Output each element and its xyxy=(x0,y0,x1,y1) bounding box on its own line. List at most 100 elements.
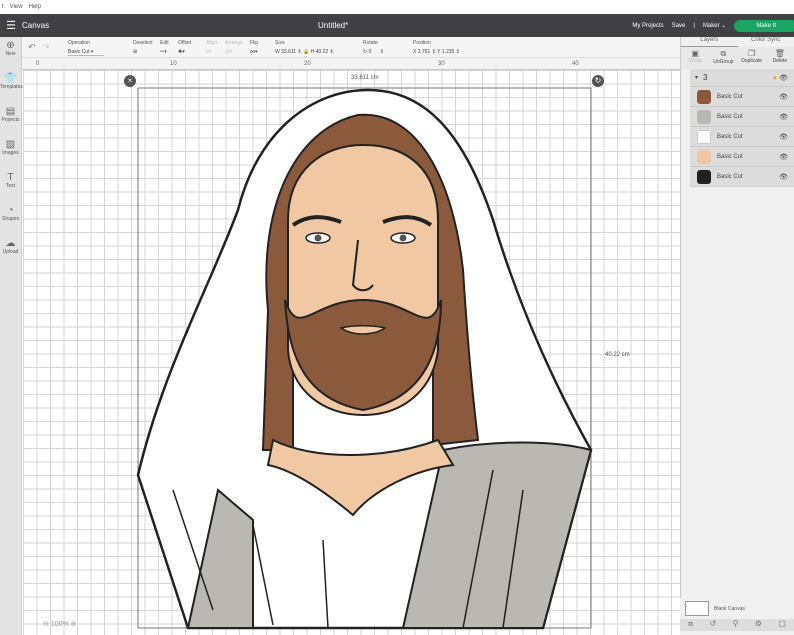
menu-item[interactable]: t xyxy=(2,4,4,10)
sidebar-item-shapes[interactable]: ◔ Shapes xyxy=(0,202,21,235)
rotate-label: Rotate xyxy=(363,40,378,46)
h-label: H xyxy=(310,49,315,55)
size-group: Size W 33.611 ⇕ 🔒 H 40.22 ⇕ xyxy=(275,40,334,55)
my-projects-link[interactable]: My Projects xyxy=(632,23,663,29)
eye-icon[interactable]: 👁 xyxy=(779,93,788,101)
layer-item[interactable]: Basic Cut 👁 xyxy=(690,147,794,167)
zoom-control[interactable]: ⊖ 100% ⊕ xyxy=(43,620,77,628)
blank-canvas-item[interactable]: Blank Canvas xyxy=(680,598,794,619)
book-icon: ▤ xyxy=(5,106,16,117)
collapse-icon[interactable]: ▾ xyxy=(695,74,698,81)
duplicate-button[interactable]: ❐ Duplicate xyxy=(738,47,766,69)
layer-item[interactable]: Basic Cut 👁 xyxy=(690,87,794,107)
layer-thumbnail xyxy=(697,109,711,124)
height-input[interactable]: 40.22 xyxy=(316,49,329,55)
eye-icon[interactable]: 👁 xyxy=(779,113,788,121)
sidebar-item-new[interactable]: ⊕ New xyxy=(0,37,21,70)
delete-button[interactable]: 🗑 Delete xyxy=(766,47,794,69)
arrange-group[interactable]: Arrange ▤▾ xyxy=(225,40,243,55)
offset-group[interactable]: Offset ✺▾ xyxy=(178,40,191,55)
document-title[interactable]: Untitled* xyxy=(318,21,348,30)
rotate-group: Rotate ↻ 0 ⇕ xyxy=(363,40,384,55)
edit-group[interactable]: Edit ✂▾ xyxy=(160,40,169,55)
layer-item[interactable]: Basic Cut 👁 xyxy=(690,107,794,127)
combine-icon[interactable]: ↺ xyxy=(710,619,717,631)
x-label: X xyxy=(413,49,417,55)
redo-icon[interactable]: ↷ xyxy=(42,42,50,53)
layer-name: Basic Cut xyxy=(717,93,743,100)
layer-item[interactable]: Basic Cut 👁 xyxy=(690,127,794,147)
image-icon: ▨ xyxy=(5,139,16,150)
sidebar-item-text[interactable]: T Text xyxy=(0,169,21,202)
shapes-icon: ◔ xyxy=(7,205,14,216)
position-group: Position X 3.761 ⇕ Y 1.235 ⇕ xyxy=(413,40,460,55)
size-label: Size xyxy=(275,40,285,46)
text-icon: T xyxy=(7,172,14,183)
deselect-icon: ⊞ xyxy=(133,49,138,55)
y-label: Y xyxy=(437,49,441,55)
menu-help[interactable]: Help xyxy=(29,4,41,10)
layer-item[interactable]: Basic Cut 👁 xyxy=(690,167,794,187)
sidebar-item-projects[interactable]: ▤ Projects xyxy=(0,103,21,136)
layer-group[interactable]: ▾ 3 ▲ 👁 xyxy=(690,69,794,87)
rotate-input[interactable]: 0 xyxy=(369,49,372,55)
eye-icon[interactable]: 👁 xyxy=(779,173,788,181)
flip-group[interactable]: Flip ⋈▾ xyxy=(250,40,258,55)
ruler-mark: 10 xyxy=(170,61,177,67)
align-group[interactable]: Align ≡▾ xyxy=(206,40,217,55)
offset-label: Offset xyxy=(178,40,192,46)
eye-icon[interactable]: 👁 xyxy=(779,74,788,82)
layer-name: Basic Cut xyxy=(717,113,743,120)
zoom-level: 100% xyxy=(50,621,69,628)
eye-icon[interactable]: 👁 xyxy=(779,153,788,161)
sidebar-label: Text xyxy=(5,183,16,189)
rotate-handle-icon[interactable]: ↻ xyxy=(592,75,604,87)
design-canvas[interactable]: 33.611 cm 40.22 cm × ↻ xyxy=(23,70,680,635)
sidebar-label: New xyxy=(5,51,16,57)
shirt-icon: 👕 xyxy=(4,73,17,84)
layer-name: Basic Cut xyxy=(717,133,743,140)
arrange-icon: ▤▾ xyxy=(225,49,233,55)
width-input[interactable]: 33.611 xyxy=(281,49,296,55)
blank-canvas-label: Blank Canvas xyxy=(714,605,745,612)
operation-label: Operation xyxy=(68,40,90,46)
tab-color-sync[interactable]: Color Sync xyxy=(738,37,794,47)
hamburger-icon[interactable]: ☰ xyxy=(0,19,22,32)
sidebar-item-images[interactable]: ▨ Images xyxy=(0,136,21,169)
sidebar-item-upload[interactable]: ☁ Upload xyxy=(0,235,21,268)
y-input[interactable]: 1.235 xyxy=(442,49,455,55)
operation-select[interactable]: Basic Cut ▾ xyxy=(68,49,104,56)
ungroup-button[interactable]: ⧉ UnGroup xyxy=(709,47,737,69)
canvas-settings: Blank Canvas ⧈ ↺ ⚲ ⚙ ▢ xyxy=(680,598,794,635)
group-label: Group xyxy=(688,58,703,64)
machine-select[interactable]: Maker ⌄ xyxy=(703,22,726,29)
sidebar-item-templates[interactable]: 👕 Templates xyxy=(0,70,23,103)
portrait-design[interactable] xyxy=(23,70,680,635)
make-it-button[interactable]: Make It xyxy=(734,19,794,32)
sidebar-label: Projects xyxy=(1,117,20,123)
menu-view[interactable]: View xyxy=(10,4,23,10)
undo-icon[interactable]: ↶ xyxy=(28,42,36,53)
eye-icon[interactable]: 👁 xyxy=(779,133,788,141)
machine-label: Maker xyxy=(702,23,720,29)
deselect-group[interactable]: Deselect ⊞ xyxy=(133,40,152,55)
slice-icon[interactable]: ⧈ xyxy=(688,619,693,631)
attach-icon[interactable]: ⚲ xyxy=(733,619,739,631)
horizontal-ruler: 0 10 20 30 40 xyxy=(22,58,680,70)
group-name: 3 xyxy=(703,73,708,82)
flatten-icon[interactable]: ⚙ xyxy=(755,619,762,631)
sidebar-label: Shapes xyxy=(2,216,19,222)
duplicate-label: Duplicate xyxy=(741,58,763,64)
trash-icon: 🗑 xyxy=(774,49,785,58)
x-input[interactable]: 3.761 xyxy=(418,49,431,55)
lock-icon[interactable]: 🔒 xyxy=(303,49,309,55)
offset-icon: ✺▾ xyxy=(178,49,185,55)
app-title: Canvas xyxy=(22,21,50,30)
tab-layers[interactable]: Layers xyxy=(681,37,738,47)
contour-icon[interactable]: ▢ xyxy=(778,619,786,631)
close-handle-icon[interactable]: × xyxy=(124,75,136,87)
sidebar-label: Upload xyxy=(2,249,19,255)
delete-label: Delete xyxy=(772,58,788,64)
group-button[interactable]: ▣ Group xyxy=(681,47,709,69)
save-button[interactable]: Save xyxy=(672,23,686,29)
